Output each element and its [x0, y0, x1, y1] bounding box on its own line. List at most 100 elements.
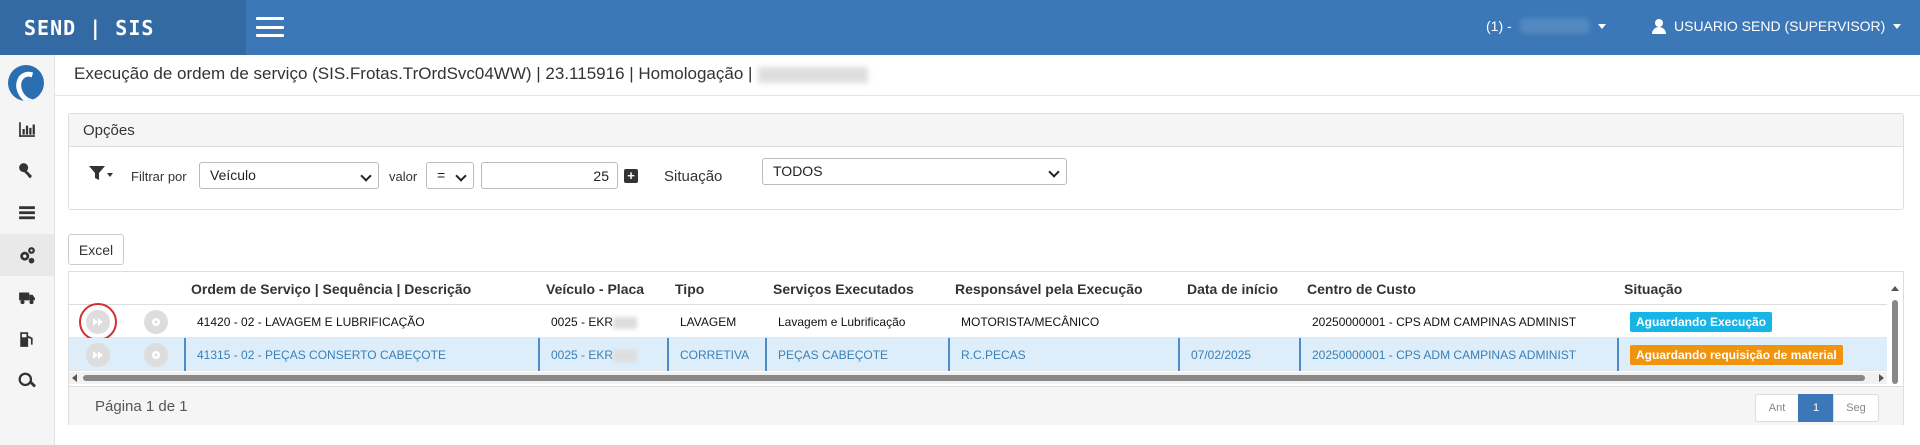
forward-icon — [93, 351, 103, 359]
col-cost-center[interactable]: Centro de Custo — [1307, 281, 1416, 297]
operator-select[interactable]: = — [426, 162, 474, 189]
user-menu[interactable]: USUARIO SEND (SUPERVISOR) — [1652, 18, 1902, 34]
execute-button[interactable] — [86, 343, 110, 367]
cell-vehicle: 0025 - EKR — [551, 315, 638, 329]
sidebar-item-fleet[interactable] — [0, 276, 54, 318]
prev-page-button[interactable]: Ant — [1755, 394, 1799, 422]
scroll-thumb[interactable] — [1892, 300, 1898, 384]
sidebar-item-search[interactable] — [0, 360, 54, 402]
plate-redacted — [613, 349, 638, 362]
options-panel: Opções Filtrar por Veículo valor = 25 + … — [68, 113, 1904, 210]
app-logo[interactable] — [8, 65, 44, 101]
scroll-thumb[interactable] — [83, 375, 1865, 381]
company-label: (1) - — [1486, 18, 1512, 34]
cell-services: Lavagem e Lubrificação — [778, 315, 906, 329]
filter-by-label: Filtrar por — [131, 169, 187, 184]
vehicle-text: 0025 - EKR — [551, 315, 614, 329]
cell-cost-center: 20250000001 - CPS ADM CAMPINAS ADMINIST — [1312, 315, 1577, 329]
col-responsible[interactable]: Responsável pela Execução — [955, 281, 1143, 297]
filter-value-input[interactable]: 25 — [481, 162, 618, 189]
bar-chart-icon — [19, 122, 35, 137]
column-separator — [948, 338, 950, 371]
pagination: Ant 1 Seg — [1755, 394, 1879, 422]
cell-responsible: MOTORISTA/MECÂNICO — [961, 315, 1100, 329]
next-page-button[interactable]: Seg — [1833, 394, 1879, 422]
grid-header: Ordem de Serviço | Sequência | Descrição… — [69, 272, 1887, 305]
environment-redacted — [758, 66, 869, 83]
col-status[interactable]: Situação — [1624, 281, 1682, 297]
situation-label: Situação — [664, 168, 723, 185]
scroll-up-icon[interactable] — [1891, 286, 1899, 291]
filter-row: Filtrar por Veículo valor = 25 + Situaçã… — [69, 158, 1903, 190]
add-filter-button[interactable]: + — [624, 169, 638, 183]
column-separator — [1617, 338, 1619, 371]
list-icon — [19, 206, 35, 220]
cell-vehicle: 0025 - EKR — [551, 348, 638, 362]
sidebar-item-dashboard[interactable] — [0, 108, 54, 150]
search-icon — [18, 372, 36, 388]
gear-icon — [152, 351, 160, 359]
col-start-date[interactable]: Data de início — [1187, 281, 1278, 297]
scroll-left-icon[interactable] — [72, 374, 77, 382]
sidebar-item-fuel[interactable] — [0, 318, 54, 360]
gas-pump-icon — [20, 332, 33, 347]
settings-button[interactable] — [144, 343, 168, 367]
page-title: Execução de ordem de serviço (SIS.Frotas… — [74, 64, 869, 84]
column-separator — [1178, 338, 1180, 371]
column-separator — [1299, 338, 1301, 371]
gears-icon — [20, 247, 35, 264]
user-icon — [1652, 18, 1666, 34]
gear-icon — [152, 318, 160, 326]
cell-start-date: 07/02/2025 — [1191, 348, 1252, 362]
horizontal-scrollbar[interactable] — [69, 372, 1887, 384]
excel-export-button[interactable]: Excel — [68, 234, 124, 265]
sidebar-item-maintenance[interactable] — [0, 234, 54, 276]
grid-footer: Página 1 de 1 Ant 1 Seg — [69, 386, 1903, 425]
cell-type: LAVAGEM — [680, 315, 737, 329]
table-row[interactable]: 41420 - 02 - LAVAGEM E LUBRIFICAÇÃO 0025… — [69, 303, 1887, 341]
chevron-down-icon — [107, 173, 113, 177]
col-type[interactable]: Tipo — [675, 281, 704, 297]
cell-type: CORRETIVA — [680, 348, 750, 362]
forward-icon — [93, 318, 103, 326]
chevron-down-icon — [1597, 23, 1606, 29]
filter-by-select[interactable]: Veículo — [199, 162, 379, 189]
cell-responsible: R.C.PECAS — [961, 348, 1026, 362]
filter-icon — [89, 166, 105, 180]
app-brand[interactable]: SEND | SIS — [0, 0, 246, 55]
vertical-scrollbar[interactable] — [1889, 284, 1901, 384]
current-page-button[interactable]: 1 — [1798, 394, 1834, 422]
status-badge: Aguardando Execução — [1630, 312, 1773, 332]
settings-button[interactable] — [144, 310, 168, 334]
status-badge: Aguardando requisição de material — [1630, 345, 1843, 365]
sidebar-item-access[interactable] — [0, 150, 54, 192]
value-label: valor — [389, 169, 418, 184]
column-separator — [765, 338, 767, 371]
options-heading: Opções — [69, 114, 1903, 147]
company-name-redacted — [1519, 18, 1590, 34]
cell-services: PEÇAS CABEÇOTE — [778, 348, 889, 362]
plate-redacted — [613, 316, 638, 329]
service-orders-grid: Ordem de Serviço | Sequência | Descrição… — [68, 271, 1904, 425]
hamburger-menu-icon[interactable] — [254, 14, 286, 40]
scroll-right-icon[interactable] — [1879, 374, 1884, 382]
page-info: Página 1 de 1 — [95, 398, 188, 415]
execute-button[interactable] — [79, 303, 117, 341]
column-separator — [184, 338, 186, 371]
filter-menu-button[interactable] — [89, 165, 115, 185]
page-title-text: Execução de ordem de serviço (SIS.Frotas… — [74, 64, 753, 83]
divider — [55, 95, 1920, 96]
sidebar-item-registers[interactable] — [0, 192, 54, 234]
column-separator — [538, 338, 540, 371]
company-selector[interactable]: (1) - — [1486, 18, 1606, 34]
col-order[interactable]: Ordem de Serviço | Sequência | Descrição — [191, 281, 471, 297]
situation-select[interactable]: TODOS — [762, 158, 1067, 185]
table-row[interactable]: 41315 - 02 - PEÇAS CONSERTO CABEÇOTE 002… — [69, 338, 1887, 371]
column-separator — [667, 338, 669, 371]
key-icon — [19, 163, 32, 179]
col-services[interactable]: Serviços Executados — [773, 281, 914, 297]
cell-order: 41420 - 02 - LAVAGEM E LUBRIFICAÇÃO — [197, 315, 425, 329]
chevron-down-icon — [1893, 23, 1902, 29]
col-vehicle[interactable]: Veículo - Placa — [546, 281, 644, 297]
vehicle-text: 0025 - EKR — [551, 348, 614, 362]
